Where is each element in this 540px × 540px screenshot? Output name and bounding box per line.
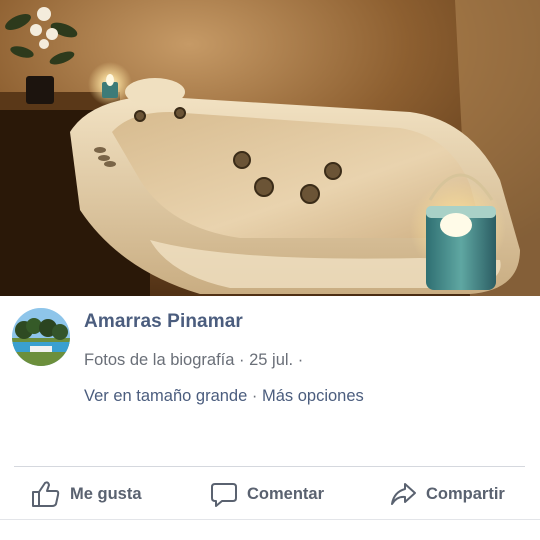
share-label: Compartir [426, 484, 505, 503]
links-separator: · [247, 387, 262, 405]
album-name[interactable]: Fotos de la biografía [84, 351, 234, 369]
thumbs-up-icon [32, 481, 60, 507]
more-options-link[interactable]: Más opciones [262, 387, 364, 405]
view-full-size-link[interactable]: Ver en tamaño grande [84, 387, 247, 405]
action-bar: Me gusta Comentar Compartir [0, 467, 540, 519]
next-post-edge [0, 520, 540, 540]
meta-separator: · [234, 351, 250, 369]
avatar-image [12, 308, 70, 366]
like-button[interactable]: Me gusta [31, 479, 142, 509]
post-date[interactable]: 25 jul. [249, 351, 293, 369]
jacuzzi-candlelight-photo [0, 0, 540, 296]
page-name[interactable]: Amarras Pinamar [84, 311, 243, 333]
speech-bubble-icon [211, 483, 237, 507]
meta-separator-trailing: · [293, 351, 304, 369]
comment-label: Comentar [247, 484, 325, 503]
post-header: Amarras Pinamar Fotos de la biografía · … [0, 296, 540, 466]
page-avatar[interactable] [12, 308, 70, 366]
post-links: Ver en tamaño grande · Más opciones [84, 387, 364, 406]
like-label: Me gusta [70, 484, 142, 503]
share-arrow-icon [391, 483, 416, 505]
share-button[interactable]: Compartir [389, 479, 505, 509]
comment-button[interactable]: Comentar [210, 479, 324, 509]
post-photo[interactable] [0, 0, 540, 296]
post-meta: Fotos de la biografía · 25 jul. · [84, 351, 303, 370]
